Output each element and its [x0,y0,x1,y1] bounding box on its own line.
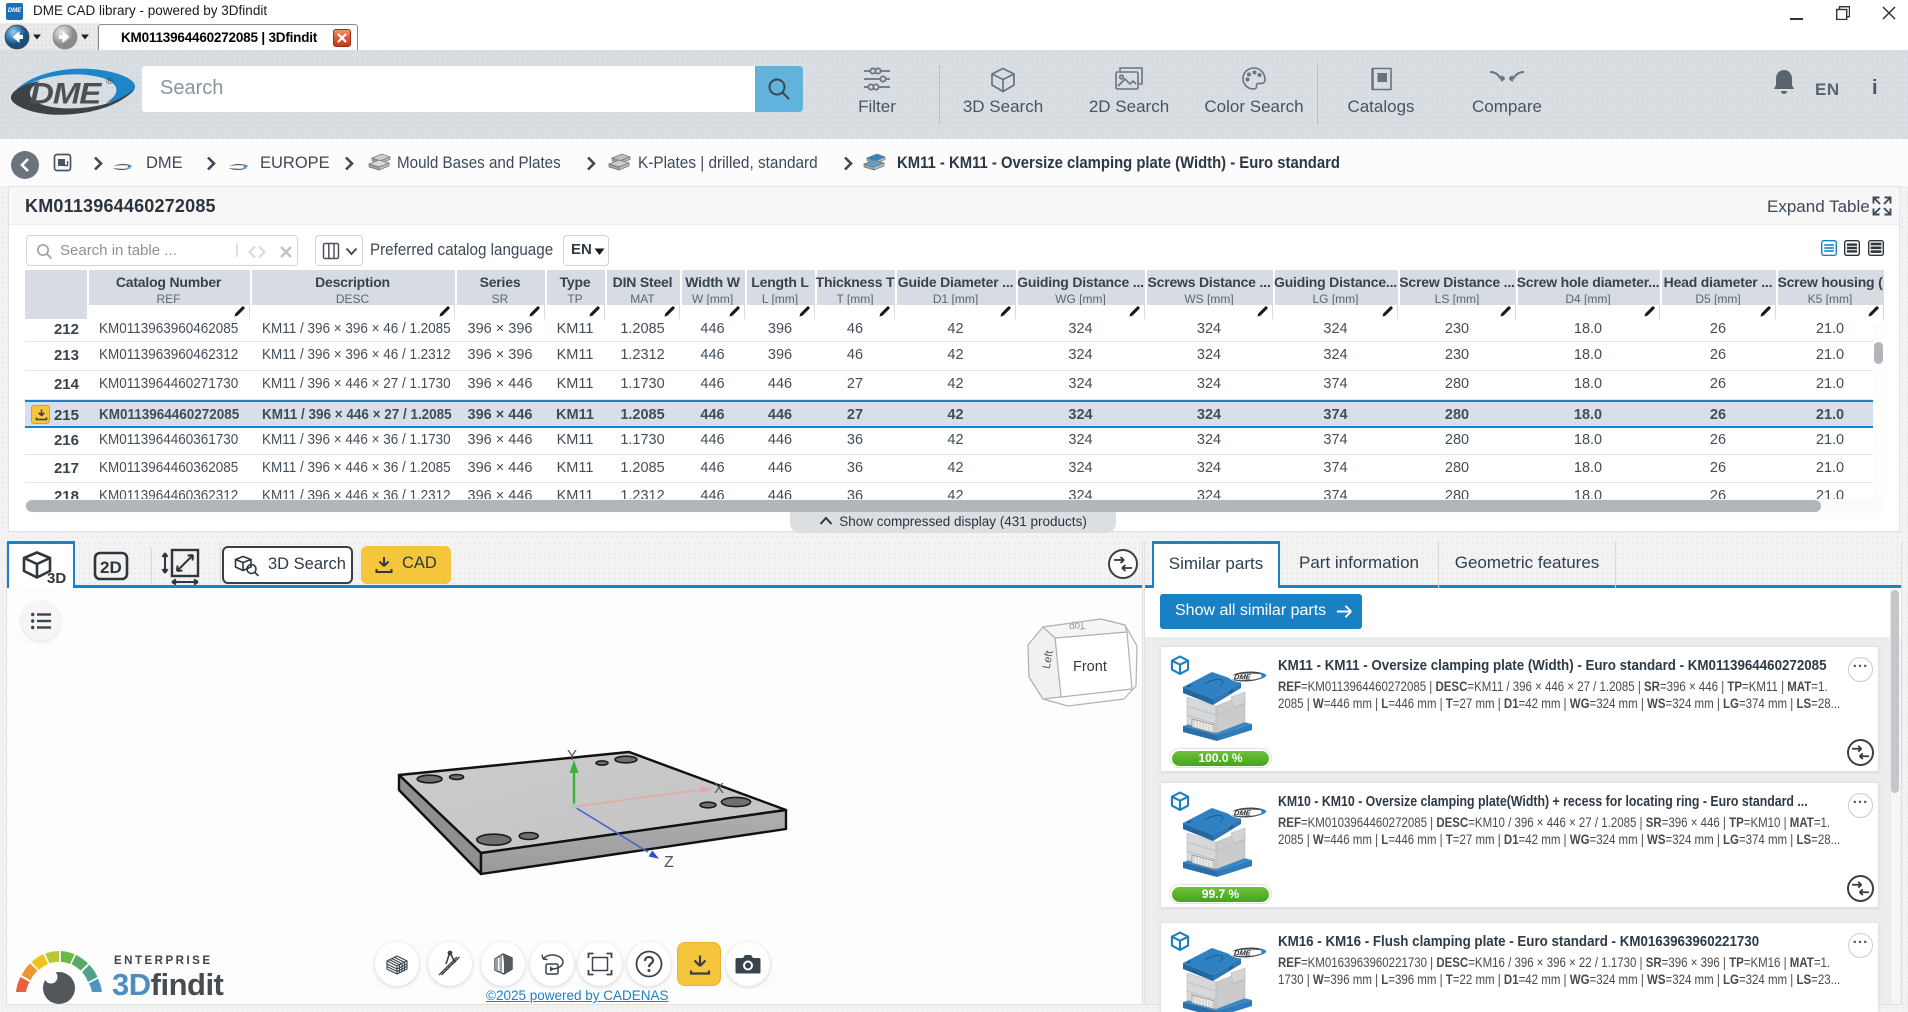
svg-text:DME: DME [1233,673,1252,682]
svg-text:DME: DME [1233,809,1252,818]
svg-text:DME: DME [1233,949,1252,958]
svg-text:3D: 3D [47,570,66,586]
svg-text:2D: 2D [100,558,122,577]
